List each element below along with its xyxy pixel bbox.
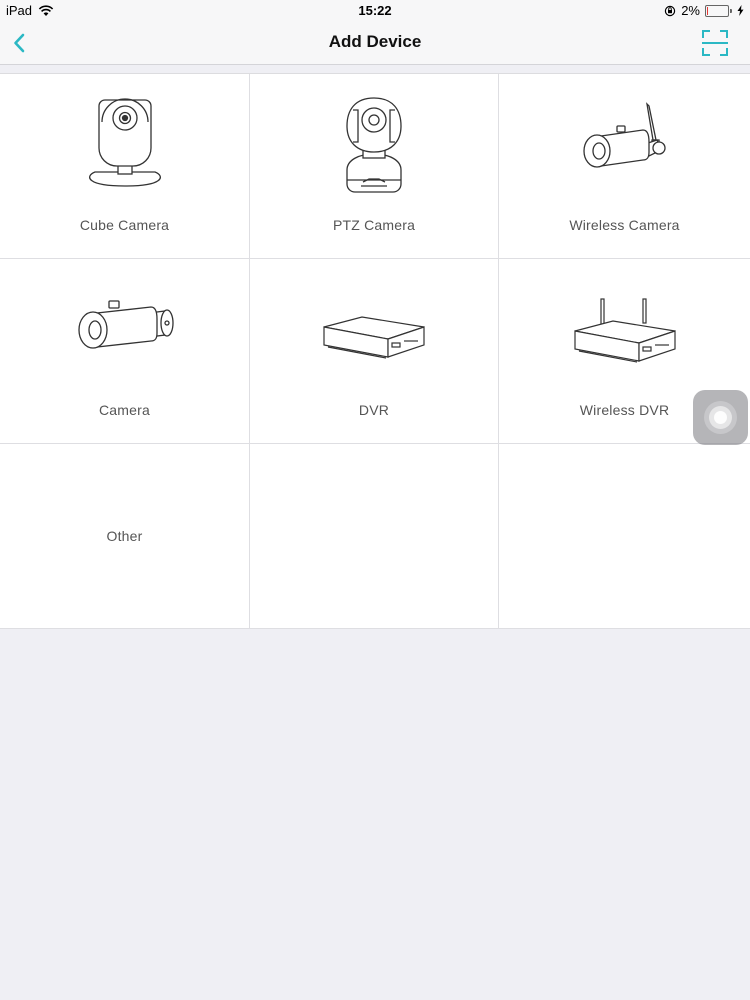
device-label: Wireless Camera xyxy=(569,217,680,233)
device-tile-ptz-camera[interactable]: PTZ Camera xyxy=(250,74,499,259)
empty-tile xyxy=(250,444,499,629)
navigation-bar: Add Device xyxy=(0,22,750,65)
empty-tile xyxy=(499,444,750,629)
scan-qr-icon xyxy=(702,30,728,56)
device-label: Camera xyxy=(99,402,150,418)
device-tile-wireless-camera[interactable]: Wireless Camera xyxy=(499,74,750,259)
device-label: PTZ Camera xyxy=(332,217,416,233)
wireless-dvr-icon xyxy=(573,298,676,363)
dvr-icon xyxy=(323,316,425,359)
cube-camera-icon xyxy=(88,98,161,187)
wireless-camera-icon xyxy=(582,102,666,168)
device-grid: Cube Camera PTZ Camera Wireless Camera C… xyxy=(0,73,750,629)
assistive-touch-button[interactable] xyxy=(693,390,748,445)
device-label: DVR xyxy=(358,402,390,418)
ptz-camera-icon xyxy=(346,97,402,193)
device-tile-cube-camera[interactable]: Cube Camera xyxy=(0,74,250,259)
device-tile-dvr[interactable]: DVR xyxy=(250,259,499,444)
battery-icon xyxy=(705,4,732,17)
scan-qr-button[interactable] xyxy=(700,28,730,58)
device-tile-camera[interactable]: Camera xyxy=(0,259,250,444)
status-bar: iPad 15:22 2% xyxy=(0,0,750,22)
page-title: Add Device xyxy=(328,32,422,51)
status-right: 2% xyxy=(664,3,744,18)
device-label: Other xyxy=(106,528,143,544)
battery-percent: 2% xyxy=(681,3,700,18)
charging-icon xyxy=(737,5,744,16)
bullet-camera-icon xyxy=(77,300,174,349)
orientation-lock-icon xyxy=(665,5,676,16)
device-label: Cube Camera xyxy=(79,217,170,233)
device-tile-other[interactable]: Other xyxy=(0,444,250,629)
status-time: 15:22 xyxy=(358,3,392,18)
